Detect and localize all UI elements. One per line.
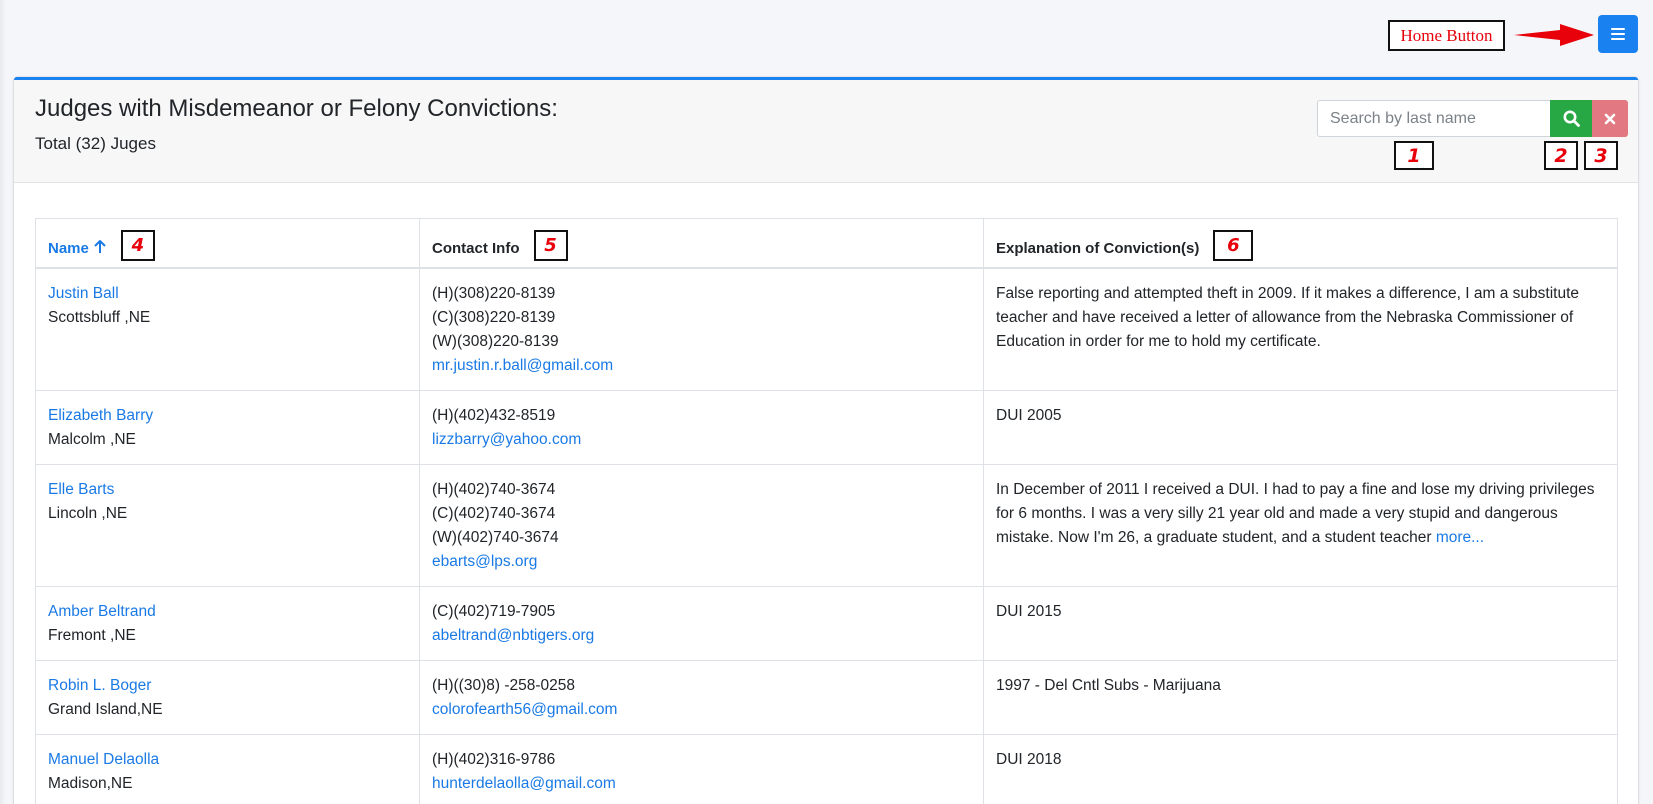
contact-cell: (H)(402)432-8519 lizzbarry@yahoo.com xyxy=(419,389,984,465)
email-link[interactable]: colorofearth56@gmail.com xyxy=(432,698,971,722)
judge-name-link[interactable]: Justin Ball xyxy=(48,282,407,306)
explanation-column-annotation: 6 xyxy=(1213,230,1254,261)
judges-table-wrap: Name 4 Contact Info 5 Explanation of Conv… xyxy=(35,218,1618,804)
email-link[interactable]: ebarts@lps.org xyxy=(432,550,971,574)
clear-search-button[interactable] xyxy=(1592,100,1628,137)
table-row: Manuel Delaolla Madison,NE (H)(402)316-9… xyxy=(35,733,1618,804)
name-column-header[interactable]: Name 4 xyxy=(35,218,420,269)
total-count: Total (32) Juges xyxy=(35,134,156,153)
search-input-annotation: 1 xyxy=(1394,141,1434,170)
judge-location: Malcolm ,NE xyxy=(48,430,136,448)
judge-location: Scottsbluff ,NE xyxy=(48,308,151,326)
name-cell: Manuel Delaolla Madison,NE xyxy=(35,733,420,804)
contact-column-annotation: 5 xyxy=(533,230,568,261)
judge-location: Lincoln ,NE xyxy=(48,504,128,522)
explanation-cell: False reporting and attempted theft in 2… xyxy=(983,267,1618,391)
phone-number: (W)(402)740-3674 xyxy=(432,528,559,546)
phone-number: (C)(402)740-3674 xyxy=(432,504,556,522)
arrow-up-icon xyxy=(94,240,106,253)
card-header: Judges with Misdemeanor or Felony Convic… xyxy=(14,80,1638,183)
phone-number: (H)(402)432-8519 xyxy=(432,406,556,424)
email-link[interactable]: abeltrand@nbtigers.org xyxy=(432,624,971,648)
contact-cell: (C)(402)719-7905 abeltrand@nbtigers.org xyxy=(419,585,984,661)
explanation-text: DUI 2005 xyxy=(996,406,1062,424)
phone-number: (H)(402)740-3674 xyxy=(432,480,556,498)
clear-button-annotation: 3 xyxy=(1584,141,1618,170)
judge-name-link[interactable]: Manuel Delaolla xyxy=(48,748,407,772)
explanation-text: DUI 2018 xyxy=(996,750,1062,768)
phone-number: (C)(402)719-7905 xyxy=(432,602,556,620)
contact-column-header: Contact Info 5 xyxy=(419,218,984,269)
search-icon xyxy=(1563,110,1580,127)
explanation-cell: 1997 - Del Cntl Subs - Marijuana xyxy=(983,659,1618,735)
phone-number: (C)(308)220-8139 xyxy=(432,308,556,326)
close-icon xyxy=(1604,113,1616,124)
phone-number: (H)((30)8) -258-0258 xyxy=(432,676,575,694)
explanation-text: In December of 2011 I received a DUI. I … xyxy=(996,480,1595,546)
name-cell: Elle Barts Lincoln ,NE xyxy=(35,463,420,587)
more-link[interactable]: more... xyxy=(1436,529,1484,546)
phone-number: (H)(402)316-9786 xyxy=(432,750,556,768)
table-row: Robin L. Boger Grand Island,NE (H)((30)8… xyxy=(35,659,1618,735)
explanation-cell: DUI 2005 xyxy=(983,389,1618,465)
contact-cell: (H)((30)8) -258-0258 colorofearth56@gmai… xyxy=(419,659,984,735)
explanation-text: False reporting and attempted theft in 2… xyxy=(996,284,1580,350)
left-edge-shadow xyxy=(0,0,6,804)
explanation-text: 1997 - Del Cntl Subs - Marijuana xyxy=(996,676,1221,694)
search-input[interactable] xyxy=(1317,100,1550,137)
explanation-cell: In December of 2011 I received a DUI. I … xyxy=(983,463,1618,587)
explanation-column-label: Explanation of Conviction(s) xyxy=(996,240,1200,257)
table-row: Justin Ball Scottsbluff ,NE (H)(308)220-… xyxy=(35,267,1618,391)
explanation-cell: DUI 2018 xyxy=(983,733,1618,804)
name-cell: Elizabeth Barry Malcolm ,NE xyxy=(35,389,420,465)
email-link[interactable]: lizzbarry@yahoo.com xyxy=(432,428,971,452)
name-cell: Amber Beltrand Fremont ,NE xyxy=(35,585,420,661)
judge-name-link[interactable]: Elle Barts xyxy=(48,478,407,502)
contact-column-label: Contact Info xyxy=(432,240,520,257)
search-group xyxy=(1317,100,1628,137)
contact-cell: (H)(402)740-3674 (C)(402)740-3674 (W)(40… xyxy=(419,463,984,587)
search-button-annotation: 2 xyxy=(1544,141,1578,170)
hamburger-icon xyxy=(1611,28,1625,40)
table-row: Elizabeth Barry Malcolm ,NE (H)(402)432-… xyxy=(35,389,1618,465)
phone-number: (W)(308)220-8139 xyxy=(432,332,559,350)
phone-number: (H)(308)220-8139 xyxy=(432,284,556,302)
home-menu-button[interactable] xyxy=(1598,15,1638,53)
email-link[interactable]: hunterdelaolla@gmail.com xyxy=(432,772,971,796)
judge-location: Fremont ,NE xyxy=(48,626,136,644)
judge-name-link[interactable]: Elizabeth Barry xyxy=(48,404,407,428)
contact-cell: (H)(308)220-8139 (C)(308)220-8139 (W)(30… xyxy=(419,267,984,391)
home-button-annotation: Home Button xyxy=(1388,20,1505,51)
table-row: Elle Barts Lincoln ,NE (H)(402)740-3674 … xyxy=(35,463,1618,587)
page-title: Judges with Misdemeanor or Felony Convic… xyxy=(35,95,558,122)
judge-location: Grand Island,NE xyxy=(48,700,163,718)
top-bar: Home Button xyxy=(0,0,1653,75)
judges-card: Judges with Misdemeanor or Felony Convic… xyxy=(14,77,1638,804)
table-header-row: Name 4 Contact Info 5 Explanation of Conv… xyxy=(35,218,1618,269)
table-row: Amber Beltrand Fremont ,NE (C)(402)719-7… xyxy=(35,585,1618,661)
annotation-arrow-icon xyxy=(1514,24,1594,46)
explanation-column-header: Explanation of Conviction(s) 6 xyxy=(983,218,1618,269)
name-column-annotation: 4 xyxy=(120,230,155,261)
judges-table: Name 4 Contact Info 5 Explanation of Conv… xyxy=(35,218,1618,804)
judge-name-link[interactable]: Robin L. Boger xyxy=(48,674,407,698)
name-cell: Justin Ball Scottsbluff ,NE xyxy=(35,267,420,391)
judge-location: Madison,NE xyxy=(48,774,133,792)
search-button[interactable] xyxy=(1550,100,1592,137)
name-cell: Robin L. Boger Grand Island,NE xyxy=(35,659,420,735)
judge-name-link[interactable]: Amber Beltrand xyxy=(48,600,407,624)
explanation-text: DUI 2015 xyxy=(996,602,1062,620)
explanation-cell: DUI 2015 xyxy=(983,585,1618,661)
email-link[interactable]: mr.justin.r.ball@gmail.com xyxy=(432,354,971,378)
name-column-label: Name xyxy=(48,240,89,257)
contact-cell: (H)(402)316-9786 hunterdelaolla@gmail.co… xyxy=(419,733,984,804)
